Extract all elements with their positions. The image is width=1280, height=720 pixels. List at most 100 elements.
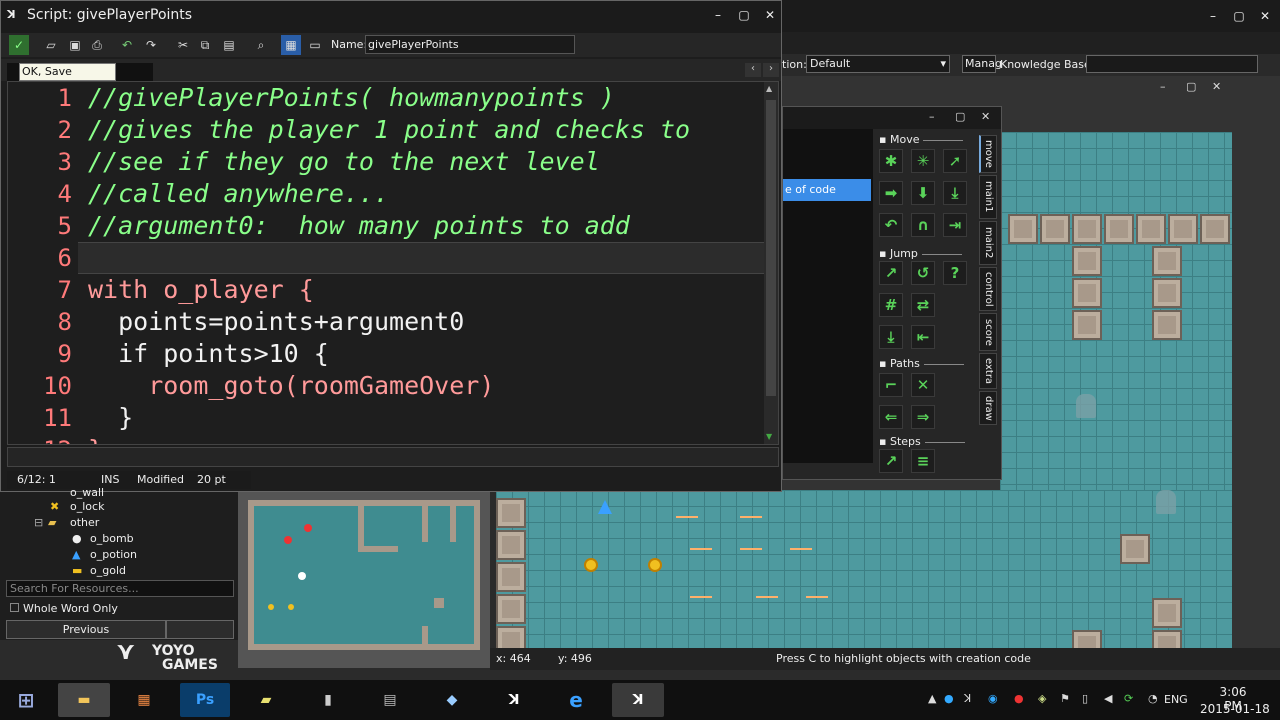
move-contact-icon[interactable]: ⤓ bbox=[879, 325, 903, 349]
whole-word-checkbox[interactable]: Whole Word Only bbox=[6, 600, 234, 617]
clock-date[interactable]: 2015-01-18 bbox=[1200, 702, 1270, 716]
wifi-icon[interactable]: ◔ bbox=[1148, 692, 1158, 705]
script-name-input[interactable]: givePlayerPoints bbox=[365, 35, 575, 54]
friction-icon[interactable]: ⇥ bbox=[943, 213, 967, 237]
network-app-icon[interactable]: ● bbox=[944, 692, 954, 705]
tab-move[interactable]: move bbox=[979, 135, 997, 173]
maximize-icon[interactable]: ▢ bbox=[731, 5, 757, 25]
tree-item[interactable]: o_wall bbox=[70, 486, 104, 500]
maximize-icon[interactable]: ▢ bbox=[1226, 6, 1252, 26]
scroll-up-icon[interactable]: ▲ bbox=[766, 84, 776, 94]
gamemaker-icon[interactable]: ꓘ bbox=[612, 683, 664, 717]
maximize-icon[interactable]: ▢ bbox=[955, 110, 965, 123]
step-avoiding-icon[interactable]: ≡ bbox=[911, 449, 935, 473]
scroll-down-icon[interactable]: ▼ bbox=[766, 432, 776, 442]
tab-score[interactable]: score bbox=[979, 313, 997, 351]
path-position-icon[interactable]: ⇐ bbox=[879, 405, 903, 429]
apps-icon[interactable]: ▦ bbox=[118, 683, 170, 717]
tree-item[interactable]: o_potion bbox=[90, 548, 137, 562]
tree-item[interactable]: other bbox=[70, 516, 99, 530]
record-icon[interactable]: ● bbox=[1014, 692, 1024, 705]
close-icon[interactable]: ✕ bbox=[1252, 6, 1278, 26]
search-icon[interactable]: ⌕ bbox=[251, 35, 271, 55]
collapse-icon[interactable]: ⊟ bbox=[34, 516, 43, 530]
tree-item[interactable]: o_lock bbox=[70, 500, 104, 514]
print-icon[interactable]: ⎙ bbox=[87, 35, 107, 55]
gamemaker-icon[interactable]: ꓘ bbox=[488, 683, 540, 717]
volume-icon[interactable]: ◀ bbox=[1104, 692, 1112, 705]
code-editor[interactable]: 1 2 3 4 5 6 7 8 9 10 11 12 //givePlayerP… bbox=[7, 81, 779, 445]
tab-main1[interactable]: main1 bbox=[979, 175, 997, 219]
gravity-icon[interactable]: ⤓ bbox=[943, 181, 967, 205]
jump-start-icon[interactable]: ↺ bbox=[911, 261, 935, 285]
vertical-scrollbar[interactable]: ▲ ▼ bbox=[764, 82, 778, 444]
reverse-vertical-icon[interactable]: ∩ bbox=[911, 213, 935, 237]
minimize-icon[interactable]: – bbox=[1200, 6, 1226, 26]
knowledge-base-input[interactable] bbox=[1086, 55, 1258, 73]
cut-icon[interactable]: ✂ bbox=[173, 35, 193, 55]
show-hidden-icon[interactable]: ▲ bbox=[928, 692, 936, 705]
update-icon[interactable]: ◈ bbox=[1038, 692, 1046, 705]
wrap-screen-icon[interactable]: ⇄ bbox=[911, 293, 935, 317]
move-free-icon[interactable]: ✳ bbox=[911, 149, 935, 173]
set-path-icon[interactable]: ⌐ bbox=[879, 373, 903, 397]
notepad-icon[interactable]: ◆ bbox=[426, 683, 478, 717]
shield-icon[interactable]: ◉ bbox=[988, 692, 998, 705]
calculator-icon[interactable]: ▤ bbox=[364, 683, 416, 717]
events-list[interactable]: e of code bbox=[783, 129, 873, 463]
tab-draw[interactable]: draw bbox=[979, 391, 997, 425]
end-path-icon[interactable]: ✕ bbox=[911, 373, 935, 397]
close-icon[interactable]: ✕ bbox=[1212, 80, 1221, 93]
windows-start-icon[interactable]: ⊞ bbox=[2, 683, 50, 717]
tab-main2[interactable]: main2 bbox=[979, 221, 997, 265]
tree-item[interactable]: o_bomb bbox=[90, 532, 134, 546]
checkbox-box[interactable] bbox=[10, 603, 19, 612]
speed-horizontal-icon[interactable]: ➡ bbox=[879, 181, 903, 205]
close-icon[interactable]: ✕ bbox=[757, 5, 783, 25]
undo-icon[interactable]: ↶ bbox=[117, 35, 137, 55]
ok-save-button[interactable]: ✓ bbox=[9, 35, 29, 55]
save-icon[interactable]: ▣ bbox=[65, 35, 85, 55]
speed-vertical-icon[interactable]: ⬇ bbox=[911, 181, 935, 205]
flag-icon[interactable]: ⚑ bbox=[1060, 692, 1070, 705]
align-grid-icon[interactable]: # bbox=[879, 293, 903, 317]
horizontal-scrollbar[interactable] bbox=[7, 447, 779, 467]
scrollbar-thumb[interactable] bbox=[766, 100, 776, 396]
minimize-icon[interactable]: – bbox=[705, 5, 731, 25]
move-fixed-icon[interactable]: ✱ bbox=[879, 149, 903, 173]
room-preview[interactable] bbox=[248, 500, 480, 650]
copy-icon[interactable]: ⧉ bbox=[195, 35, 215, 55]
jump-position-icon[interactable]: ↗ bbox=[879, 261, 903, 285]
goto-line-icon[interactable]: ▭ bbox=[305, 35, 325, 55]
reverse-horizontal-icon[interactable]: ↶ bbox=[879, 213, 903, 237]
maximize-icon[interactable]: ▢ bbox=[1186, 80, 1196, 93]
jump-random-icon[interactable]: ? bbox=[943, 261, 967, 285]
bounce-icon[interactable]: ⇤ bbox=[911, 325, 935, 349]
tab-scroll-left-icon[interactable]: ‹ bbox=[745, 63, 761, 77]
gamemaker-tray-icon[interactable]: ꓘ bbox=[964, 692, 971, 705]
snippets-icon[interactable]: ▦ bbox=[281, 35, 301, 55]
paste-icon[interactable]: ▤ bbox=[219, 35, 239, 55]
resource-tree[interactable]: o_wall ✖ o_lock ⊟ ▰ other ● o_bomb ▲ o_p… bbox=[0, 486, 238, 640]
sync-icon[interactable]: ⟳ bbox=[1124, 692, 1133, 705]
tab-control[interactable]: control bbox=[979, 267, 997, 311]
open-icon[interactable]: ▱ bbox=[41, 35, 61, 55]
tab-scroll-right-icon[interactable]: › bbox=[763, 63, 779, 77]
move-towards-icon[interactable]: ➚ bbox=[943, 149, 967, 173]
close-icon[interactable]: ✕ bbox=[981, 110, 990, 123]
next-button[interactable] bbox=[166, 620, 234, 639]
path-speed-icon[interactable]: ⇒ bbox=[911, 405, 935, 429]
action-select[interactable]: Default ▾ bbox=[806, 55, 950, 73]
ie-icon[interactable]: e bbox=[550, 683, 602, 717]
resource-search-input[interactable]: Search For Resources... bbox=[6, 580, 234, 597]
sticky-notes-icon[interactable]: ▰ bbox=[240, 683, 292, 717]
step-towards-icon[interactable]: ↗ bbox=[879, 449, 903, 473]
language-indicator[interactable]: ENG bbox=[1164, 693, 1188, 706]
file-explorer-icon[interactable]: ▬ bbox=[58, 683, 110, 717]
event-item-selected[interactable]: e of code bbox=[783, 179, 871, 201]
minimize-icon[interactable]: – bbox=[929, 110, 935, 123]
usb-icon[interactable]: ▮ bbox=[302, 683, 354, 717]
previous-button[interactable]: Previous bbox=[6, 620, 166, 639]
manage-button[interactable]: Manag bbox=[962, 55, 1002, 73]
redo-icon[interactable]: ↷ bbox=[141, 35, 161, 55]
